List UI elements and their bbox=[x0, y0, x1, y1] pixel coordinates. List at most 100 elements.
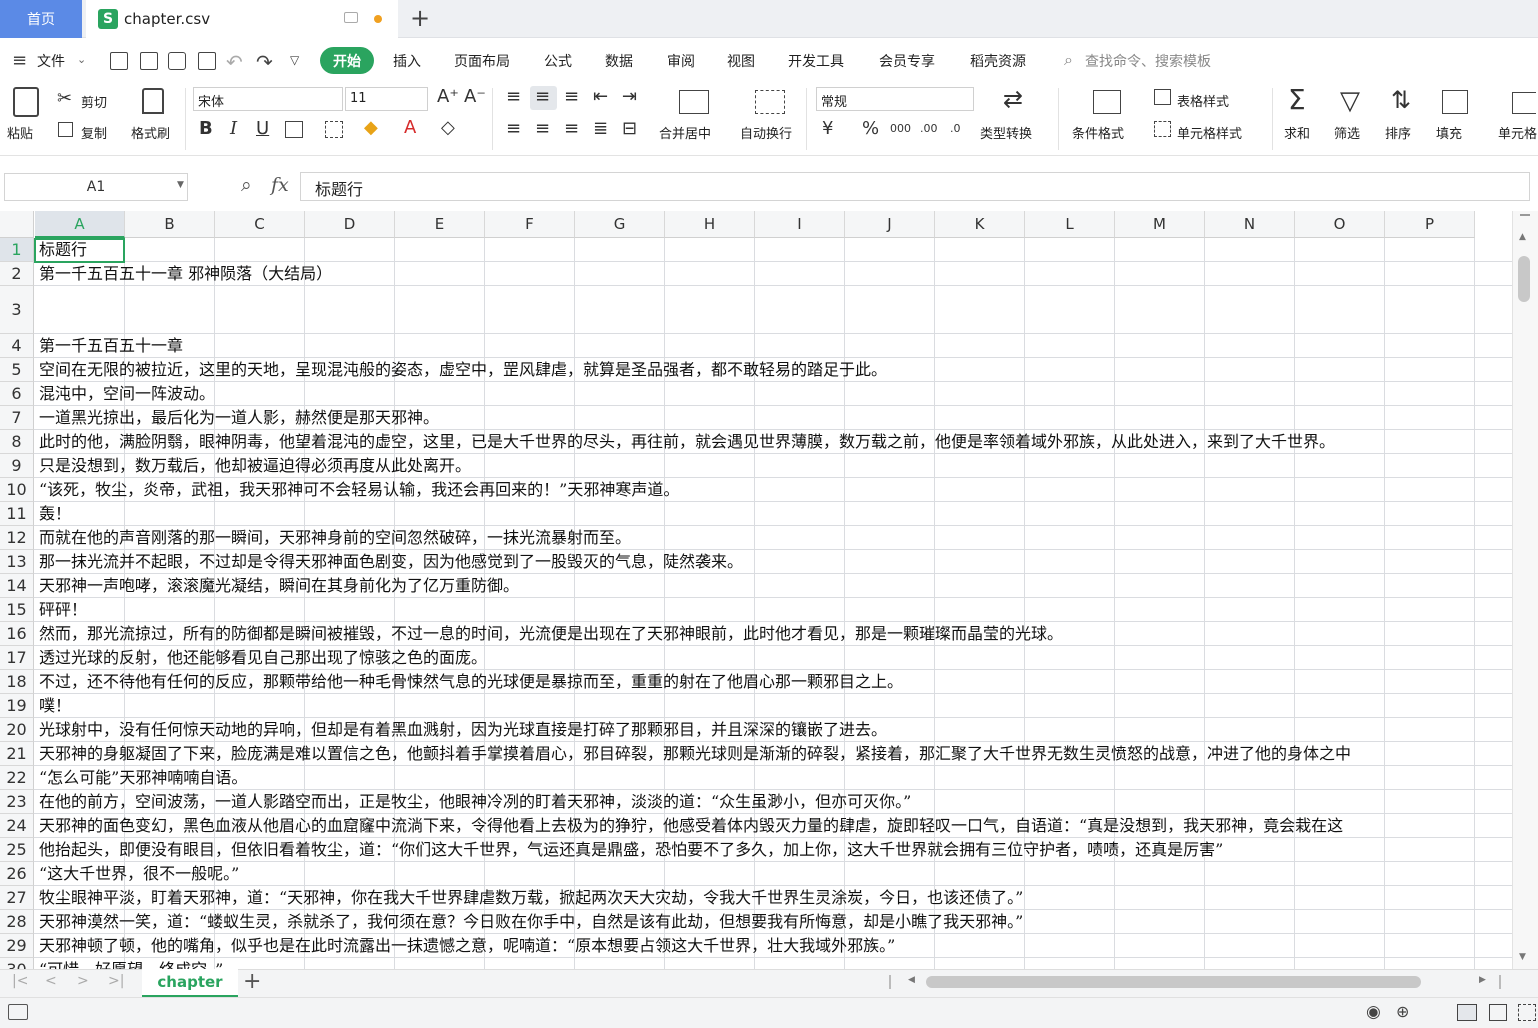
align-left-icon[interactable]: ≡ bbox=[506, 120, 521, 138]
cell-a-text[interactable]: 混沌中，空间一阵波动。 bbox=[39, 383, 215, 405]
column-header[interactable]: M bbox=[1115, 211, 1205, 238]
scroll-up-icon[interactable]: ▲ bbox=[1519, 232, 1526, 242]
menu-view[interactable]: 视图 bbox=[727, 51, 755, 71]
column-header[interactable]: O bbox=[1295, 211, 1385, 238]
redo-icon[interactable]: ↷ bbox=[256, 50, 273, 74]
row-header[interactable]: 11 bbox=[0, 502, 34, 526]
border-style-icon[interactable] bbox=[325, 121, 343, 138]
cell-a-text[interactable]: 他抬起头，即便没有眼目，但依旧看着牧尘，道：“你们这大千世界，气运还真是鼎盛，恐… bbox=[39, 839, 1223, 861]
distributed-icon[interactable]: ⊟ bbox=[622, 120, 637, 138]
next-sheet-icon[interactable]: > bbox=[77, 973, 89, 989]
format-painter-icon[interactable] bbox=[142, 88, 164, 114]
copy-button[interactable]: 复制 bbox=[81, 123, 107, 142]
row-header[interactable]: 7 bbox=[0, 406, 34, 430]
sum-button[interactable]: 求和 bbox=[1284, 123, 1310, 142]
cell-a-text[interactable]: 天邪神的身躯凝固了下来，脸庞满是难以置信之色，他颤抖着手掌摸着眉心，邪目碎裂，那… bbox=[39, 743, 1351, 765]
row-header[interactable]: 22 bbox=[0, 766, 34, 790]
vertical-scrollbar[interactable] bbox=[1512, 211, 1538, 969]
filter-icon[interactable]: ▽ bbox=[1340, 88, 1360, 114]
save-icon[interactable] bbox=[110, 52, 128, 70]
row-header[interactable]: 21 bbox=[0, 742, 34, 766]
eye-protection-icon[interactable]: ◉ bbox=[1366, 1002, 1381, 1022]
row-header[interactable]: 5 bbox=[0, 358, 34, 382]
cell-a-text[interactable]: 天邪神一声咆哮，滚滚魔光凝结，瞬间在其身前化为了亿万重防御。 bbox=[39, 575, 519, 597]
align-top-icon[interactable]: ≡ bbox=[506, 88, 521, 106]
hamburger-icon[interactable]: ≡ bbox=[12, 52, 27, 70]
spreadsheet-grid[interactable]: ABCDEFGHIJKLMNOP 1 2 3 4 5 6 7 8 9 10 11 12 13 14 15 16… bbox=[0, 211, 1512, 969]
cell-a-text[interactable]: “该死，牧尘，炎帝，武祖，我天邪神可不会轻易认输，我还会再回来的！”天邪神寒声道… bbox=[39, 479, 679, 501]
export-pdf-icon[interactable] bbox=[140, 52, 158, 70]
cell-a-text[interactable]: 天邪神的面色变幻，黑色血液从他眉心的血窟窿中流淌下来，令得他看上去极为的狰狞，他… bbox=[39, 815, 1343, 837]
filter-button[interactable]: 筛选 bbox=[1334, 123, 1360, 142]
row-header[interactable]: 15 bbox=[0, 598, 34, 622]
indent-icon[interactable]: ⇥ bbox=[622, 88, 637, 106]
cell-icon[interactable] bbox=[1512, 92, 1536, 114]
copy-icon[interactable] bbox=[58, 122, 73, 137]
table-style-button[interactable]: 表格样式 bbox=[1177, 91, 1229, 110]
decrease-decimal-icon[interactable]: .0 bbox=[950, 120, 961, 138]
column-header[interactable]: N bbox=[1205, 211, 1295, 238]
row-header[interactable]: 24 bbox=[0, 814, 34, 838]
font-color-icon[interactable]: A bbox=[404, 119, 416, 137]
scroll-down-icon[interactable]: ▼ bbox=[1519, 952, 1526, 962]
menu-member[interactable]: 会员专享 bbox=[879, 51, 935, 71]
cell-a-text[interactable]: 透过光球的反射，他还能够看见自己那出现了惊骇之色的面庞。 bbox=[39, 647, 487, 669]
menu-file[interactable]: 文件 bbox=[37, 51, 65, 71]
row-header[interactable]: 18 bbox=[0, 670, 34, 694]
row-header[interactable]: 9 bbox=[0, 454, 34, 478]
increase-font-icon[interactable]: A⁺ bbox=[437, 88, 459, 106]
row-header[interactable]: 17 bbox=[0, 646, 34, 670]
print-icon[interactable] bbox=[168, 52, 186, 70]
row-header[interactable]: 4 bbox=[0, 334, 34, 358]
merge-center-icon[interactable] bbox=[679, 90, 709, 114]
table-style-icon[interactable] bbox=[1154, 89, 1171, 105]
cell-a-text[interactable]: 光球射中，没有任何惊天动地的异响，但却是有着黑血溅射，因为光球直接是打碎了那颗邪… bbox=[39, 719, 887, 741]
cell-a-text[interactable]: 第一千五百五十一章 邪神陨落（大结局） bbox=[39, 263, 332, 285]
page-break-view-icon[interactable] bbox=[1518, 1004, 1536, 1021]
scroll-left-icon[interactable]: ◀ bbox=[908, 975, 915, 985]
row-header[interactable]: 29 bbox=[0, 934, 34, 958]
column-header[interactable]: B bbox=[125, 211, 215, 238]
print-preview-icon[interactable] bbox=[198, 52, 216, 70]
monitor-icon[interactable] bbox=[344, 12, 358, 23]
macro-record-icon[interactable] bbox=[8, 1004, 28, 1020]
cell-a-text[interactable]: 天邪神顿了顿，他的嘴角，似乎也是在此时流露出一抹遗憾之意，呢喃道：“原本想要占领… bbox=[39, 935, 895, 957]
cell-a-text[interactable]: “这大千世界，很不一般呢。” bbox=[39, 863, 239, 885]
cell-a-text[interactable]: 只是没想到，数万载后，他却被逼迫得必须再度从此处离开。 bbox=[39, 455, 471, 477]
column-header[interactable]: H bbox=[665, 211, 755, 238]
row-header[interactable]: 1 bbox=[0, 238, 34, 262]
column-header[interactable]: C bbox=[215, 211, 305, 238]
conditional-format-icon[interactable] bbox=[1093, 90, 1121, 114]
sheet-tab-chapter[interactable]: chapter bbox=[142, 969, 238, 997]
menu-page-layout[interactable]: 页面布局 bbox=[454, 51, 510, 71]
align-bottom-icon[interactable]: ≡ bbox=[564, 88, 579, 106]
menu-docer[interactable]: 稻壳资源 bbox=[970, 51, 1026, 71]
cell-a-text[interactable]: 砰砰！ bbox=[39, 599, 87, 621]
percent-icon[interactable]: % bbox=[862, 120, 879, 138]
search-icon[interactable]: ⌕ bbox=[1064, 50, 1073, 70]
selected-cell-a1[interactable] bbox=[34, 238, 125, 263]
menu-developer[interactable]: 开发工具 bbox=[788, 51, 844, 71]
first-sheet-icon[interactable]: |< bbox=[12, 973, 28, 989]
row-header[interactable]: 14 bbox=[0, 574, 34, 598]
font-size-select[interactable]: 11 bbox=[345, 87, 428, 111]
tab-home[interactable]: 首页 bbox=[0, 0, 82, 38]
column-header[interactable]: L bbox=[1025, 211, 1115, 238]
menu-insert[interactable]: 插入 bbox=[393, 51, 421, 71]
fx-icon[interactable]: fx bbox=[271, 174, 289, 196]
zoom-icon[interactable]: ⌕ bbox=[241, 174, 252, 196]
customize-quick-access-icon[interactable]: ▽ bbox=[290, 53, 299, 67]
column-header[interactable]: K bbox=[935, 211, 1025, 238]
cell-a-text[interactable]: 那一抹光流并不起眼，不过却是令得天邪神面色剧变，因为他感觉到了一股毁灭的气息，陡… bbox=[39, 551, 743, 573]
justify-icon[interactable]: ≣ bbox=[593, 120, 608, 138]
row-header[interactable]: 20 bbox=[0, 718, 34, 742]
row-header[interactable]: 8 bbox=[0, 430, 34, 454]
vertical-scroll-thumb[interactable] bbox=[1518, 256, 1530, 302]
cell-a-text[interactable]: 不过，还不待他有任何的反应，那颗带给他一种毛骨悚然气息的光球便是暴掠而至，重重的… bbox=[39, 671, 903, 693]
select-all-corner[interactable] bbox=[0, 211, 34, 238]
row-header[interactable]: 12 bbox=[0, 526, 34, 550]
row-header[interactable]: 19 bbox=[0, 694, 34, 718]
border-icon[interactable] bbox=[285, 121, 303, 138]
scroll-right-icon[interactable]: ▶ bbox=[1479, 975, 1486, 985]
cell-button[interactable]: 单元格 bbox=[1498, 123, 1538, 142]
